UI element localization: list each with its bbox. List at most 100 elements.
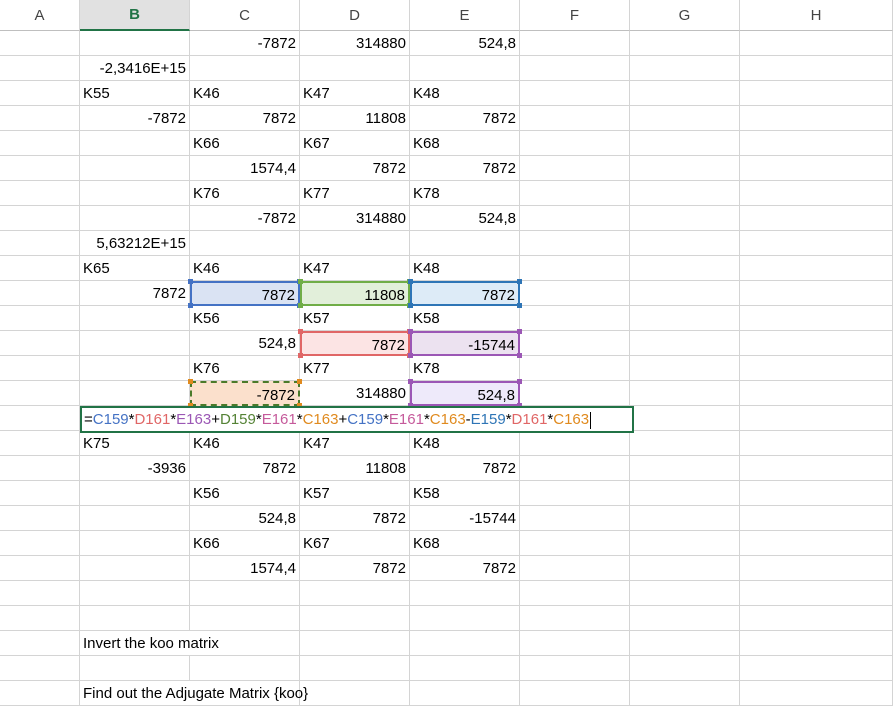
range-resize-handle[interactable] — [517, 279, 522, 284]
cell-f-4[interactable] — [520, 106, 630, 131]
cell-e-23[interactable] — [410, 581, 520, 606]
cell-b-18[interactable]: -3936 — [80, 456, 190, 481]
cell-c-12[interactable]: K56 — [190, 306, 300, 331]
cell-e-11[interactable]: 7872 — [410, 281, 520, 306]
cell-a-15[interactable] — [0, 381, 80, 406]
cell-a-21[interactable] — [0, 531, 80, 556]
cell-e-5[interactable]: K68 — [410, 131, 520, 156]
cell-c-8[interactable]: -7872 — [190, 206, 300, 231]
cell-h-2[interactable] — [740, 56, 893, 81]
cell-b-10[interactable]: K65 — [80, 256, 190, 281]
cell-d-19[interactable]: K57 — [300, 481, 410, 506]
cell-b-24[interactable] — [80, 606, 190, 631]
cell-g-12[interactable] — [630, 306, 740, 331]
cell-e-24[interactable] — [410, 606, 520, 631]
cell-e-20[interactable]: -15744 — [410, 506, 520, 531]
cell-e-2[interactable] — [410, 56, 520, 81]
cell-c-1[interactable]: -7872 — [190, 31, 300, 56]
cell-f-2[interactable] — [520, 56, 630, 81]
cell-g-26[interactable] — [630, 656, 740, 681]
cell-g-16[interactable] — [630, 406, 740, 431]
cell-h-26[interactable] — [740, 656, 893, 681]
cell-h-4[interactable] — [740, 106, 893, 131]
cell-f-10[interactable] — [520, 256, 630, 281]
cell-e-6[interactable]: 7872 — [410, 156, 520, 181]
cell-f-22[interactable] — [520, 556, 630, 581]
cell-f-24[interactable] — [520, 606, 630, 631]
cell-f-5[interactable] — [520, 131, 630, 156]
range-resize-handle[interactable] — [517, 353, 522, 358]
cell-d-2[interactable] — [300, 56, 410, 81]
cell-e-8[interactable]: 524,8 — [410, 206, 520, 231]
range-resize-handle[interactable] — [188, 303, 193, 308]
cell-c-23[interactable] — [190, 581, 300, 606]
cell-f-26[interactable] — [520, 656, 630, 681]
cell-d-24[interactable] — [300, 606, 410, 631]
cell-f-23[interactable] — [520, 581, 630, 606]
range-resize-handle[interactable] — [408, 279, 413, 284]
cell-d-7[interactable]: K77 — [300, 181, 410, 206]
range-resize-handle[interactable] — [188, 379, 193, 384]
cell-f-6[interactable] — [520, 156, 630, 181]
cell-h-21[interactable] — [740, 531, 893, 556]
range-resize-handle[interactable] — [298, 329, 303, 334]
cell-h-10[interactable] — [740, 256, 893, 281]
cell-c-21[interactable]: K66 — [190, 531, 300, 556]
cell-d-3[interactable]: K47 — [300, 81, 410, 106]
cell-g-19[interactable] — [630, 481, 740, 506]
cell-f-13[interactable] — [520, 331, 630, 356]
range-resize-handle[interactable] — [408, 303, 413, 308]
cell-h-7[interactable] — [740, 181, 893, 206]
range-resize-handle[interactable] — [408, 379, 413, 384]
cell-a-2[interactable] — [0, 56, 80, 81]
cell-c-17[interactable]: K46 — [190, 431, 300, 456]
cell-b-27[interactable]: Find out the Adjugate Matrix {koo} — [80, 681, 308, 706]
cell-d-20[interactable]: 7872 — [300, 506, 410, 531]
cell-b-13[interactable] — [80, 331, 190, 356]
cell-b-1[interactable] — [80, 31, 190, 56]
cell-d-10[interactable]: K47 — [300, 256, 410, 281]
cell-c-14[interactable]: K76 — [190, 356, 300, 381]
cell-a-26[interactable] — [0, 656, 80, 681]
cell-b-8[interactable] — [80, 206, 190, 231]
cell-f-11[interactable] — [520, 281, 630, 306]
cell-e-13[interactable]: -15744 — [410, 331, 520, 356]
cell-h-20[interactable] — [740, 506, 893, 531]
cell-a-16[interactable] — [0, 406, 80, 431]
cell-g-27[interactable] — [630, 681, 740, 706]
cell-h-3[interactable] — [740, 81, 893, 106]
cell-a-20[interactable] — [0, 506, 80, 531]
column-header-d[interactable]: D — [300, 0, 410, 31]
cell-c-6[interactable]: 1574,4 — [190, 156, 300, 181]
cell-g-7[interactable] — [630, 181, 740, 206]
cell-d-9[interactable] — [300, 231, 410, 256]
cell-a-1[interactable] — [0, 31, 80, 56]
spreadsheet-grid[interactable]: A B C D E F G H -7872 314880 524,8 -2,3416E+15 K55 K4… — [0, 0, 893, 715]
cell-e-9[interactable] — [410, 231, 520, 256]
cell-a-25[interactable] — [0, 631, 80, 656]
cell-b-20[interactable] — [80, 506, 190, 531]
cell-f-19[interactable] — [520, 481, 630, 506]
cell-g-11[interactable] — [630, 281, 740, 306]
cell-a-10[interactable] — [0, 256, 80, 281]
cell-g-13[interactable] — [630, 331, 740, 356]
column-header-e[interactable]: E — [410, 0, 520, 31]
cell-a-17[interactable] — [0, 431, 80, 456]
cell-h-24[interactable] — [740, 606, 893, 631]
cell-b-23[interactable] — [80, 581, 190, 606]
cell-d-12[interactable]: K57 — [300, 306, 410, 331]
cell-e-4[interactable]: 7872 — [410, 106, 520, 131]
range-resize-handle[interactable] — [297, 379, 302, 384]
cell-g-4[interactable] — [630, 106, 740, 131]
cell-e-22[interactable]: 7872 — [410, 556, 520, 581]
cell-h-18[interactable] — [740, 456, 893, 481]
cell-e-18[interactable]: 7872 — [410, 456, 520, 481]
cell-f-9[interactable] — [520, 231, 630, 256]
cell-a-7[interactable] — [0, 181, 80, 206]
cell-c-18[interactable]: 7872 — [190, 456, 300, 481]
cell-f-8[interactable] — [520, 206, 630, 231]
cell-d-8[interactable]: 314880 — [300, 206, 410, 231]
cell-b-14[interactable] — [80, 356, 190, 381]
cell-f-21[interactable] — [520, 531, 630, 556]
cell-g-6[interactable] — [630, 156, 740, 181]
